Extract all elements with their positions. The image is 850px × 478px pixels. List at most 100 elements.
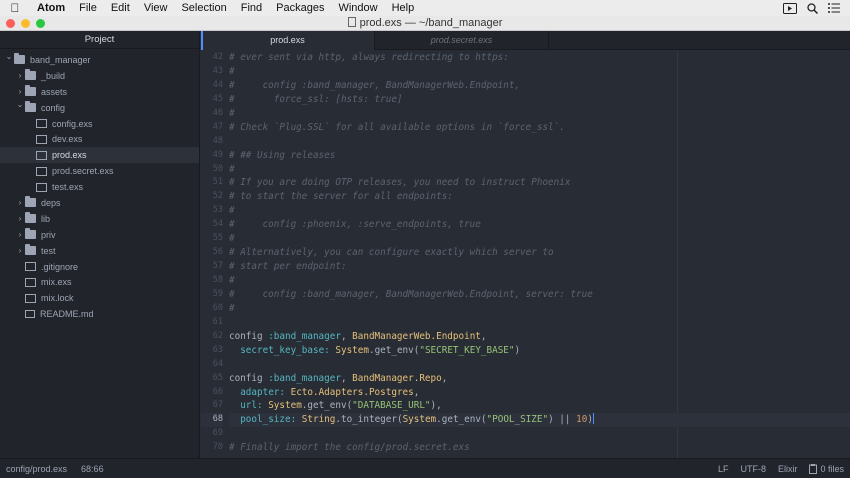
menu-packages[interactable]: Packages (269, 0, 331, 16)
code-line[interactable]: config :band_manager, BandManagerWeb.End… (229, 330, 850, 344)
line-number[interactable]: 47 (201, 121, 223, 135)
tab-prod-exs[interactable]: prod.exs (201, 31, 375, 50)
code-line[interactable]: # Alternatively, you can configure exact… (229, 246, 850, 260)
tree-file[interactable]: mix.exs (0, 274, 199, 290)
code-line[interactable]: # config :band_manager, BandManagerWeb.E… (229, 288, 850, 302)
line-number[interactable]: 55 (201, 232, 223, 246)
line-number[interactable]: 49 (201, 149, 223, 163)
line-number[interactable]: 53 (201, 204, 223, 218)
tree-file[interactable]: mix.lock (0, 290, 199, 306)
menu-view[interactable]: View (137, 0, 175, 16)
line-number[interactable]: 67 (201, 399, 223, 413)
line-number[interactable]: 61 (201, 316, 223, 330)
line-number[interactable]: 59 (201, 288, 223, 302)
line-number[interactable]: 64 (201, 358, 223, 372)
tree-folder[interactable]: › test (0, 243, 199, 259)
code-line[interactable]: # (229, 232, 850, 246)
tree-panel-header[interactable]: Project (0, 31, 199, 49)
notification-center-icon[interactable] (828, 3, 840, 13)
status-grammar[interactable]: Elixir (778, 464, 798, 474)
menu-window[interactable]: Window (331, 0, 384, 16)
menu-edit[interactable]: Edit (104, 0, 137, 16)
code-line[interactable]: # (229, 163, 850, 177)
tree-folder[interactable]: › assets (0, 84, 199, 100)
code-line[interactable]: secret_key_base: System.get_env("SECRET_… (229, 344, 850, 358)
code-line[interactable]: # (229, 107, 850, 121)
code-line[interactable]: config :band_manager, BandManager.Repo, (229, 372, 850, 386)
code-line[interactable]: # (229, 204, 850, 218)
line-number[interactable]: 56 (201, 246, 223, 260)
code-line[interactable]: # Finally import the config/prod.secret.… (229, 441, 850, 455)
tree-file[interactable]: config.exs (0, 116, 199, 132)
line-number[interactable]: 52 (201, 190, 223, 204)
code-line[interactable]: # ## Using releases (229, 149, 850, 163)
code-line[interactable] (229, 135, 850, 149)
code-line[interactable]: # start per endpoint: (229, 260, 850, 274)
menu-file[interactable]: File (72, 0, 104, 16)
menu-help[interactable]: Help (385, 0, 422, 16)
tree-folder[interactable]: ⌄ config (0, 100, 199, 116)
line-number[interactable]: 50 (201, 163, 223, 177)
line-number[interactable]: 44 (201, 79, 223, 93)
tree-file[interactable]: test.exs (0, 179, 199, 195)
code-line[interactable]: # force_ssl: [hsts: true] (229, 93, 850, 107)
code-lines[interactable]: # ever sent via http, always redirecting… (229, 51, 850, 455)
menu-selection[interactable]: Selection (174, 0, 233, 16)
line-number[interactable]: 58 (201, 274, 223, 288)
menu-find[interactable]: Find (234, 0, 269, 16)
code-line[interactable]: # (229, 274, 850, 288)
line-number[interactable]: 70 (201, 441, 223, 455)
code-line[interactable]: # ever sent via http, always redirecting… (229, 51, 850, 65)
tree-folder[interactable]: › priv (0, 227, 199, 243)
status-cursor-position[interactable]: 68:66 (81, 464, 104, 474)
tree-file[interactable]: README.md (0, 306, 199, 322)
status-files[interactable]: 0 files (809, 463, 844, 474)
line-number[interactable]: 68 (201, 413, 223, 428)
code-line[interactable]: url: System.get_env("DATABASE_URL"), (229, 399, 850, 413)
tree-file[interactable]: dev.exs (0, 131, 199, 147)
line-number[interactable]: 57 (201, 260, 223, 274)
code-token: secret_key_base: (240, 344, 330, 356)
code-line[interactable]: # (229, 65, 850, 79)
code-line[interactable] (229, 427, 850, 441)
line-number[interactable]: 63 (201, 344, 223, 358)
code-line[interactable]: adapter: Ecto.Adapters.Postgres, (229, 386, 850, 400)
line-number[interactable]: 69 (201, 427, 223, 441)
spotlight-search-icon[interactable] (807, 2, 818, 14)
code-editor[interactable]: 42 43 44 45 46 47 48 49 50 51 52 53 54 55 56 57 58 59 60 61… (201, 51, 850, 458)
tree-folder[interactable]: ⌄ band_manager (0, 52, 199, 68)
tree-file[interactable]: prod.exs (0, 147, 199, 164)
tree-folder[interactable]: › deps (0, 195, 199, 211)
line-number[interactable]: 60 (201, 302, 223, 316)
tree-file[interactable]: prod.secret.exs (0, 163, 199, 179)
tree-folder[interactable]: › lib (0, 211, 199, 227)
screen-record-icon[interactable] (783, 2, 797, 14)
status-file-path[interactable]: config/prod.exs (6, 464, 67, 474)
code-line[interactable]: # config :phoenix, :serve_endpoints, tru… (229, 218, 850, 232)
line-number[interactable]: 51 (201, 176, 223, 190)
code-line[interactable]: # to start the server for all endpoints: (229, 190, 850, 204)
tree-file[interactable]: .gitignore (0, 259, 199, 275)
code-line[interactable]: # Check `Plug.SSL` for all available opt… (229, 121, 850, 135)
code-line[interactable] (229, 358, 850, 372)
status-encoding[interactable]: UTF-8 (740, 464, 766, 474)
tab-prod-secret-exs[interactable]: prod.secret.exs (375, 31, 549, 50)
line-number[interactable]: 65 (201, 372, 223, 386)
line-number[interactable]: 42 (201, 51, 223, 65)
tree-folder[interactable]: › _build (0, 68, 199, 84)
line-number[interactable]: 62 (201, 330, 223, 344)
code-line[interactable]: # config :band_manager, BandManagerWeb.E… (229, 79, 850, 93)
code-line[interactable]: pool_size: String.to_integer(System.get_… (229, 413, 850, 428)
apple-menu-icon[interactable]:  (0, 1, 30, 15)
line-number[interactable]: 54 (201, 218, 223, 232)
line-number[interactable]: 66 (201, 386, 223, 400)
line-number[interactable]: 45 (201, 93, 223, 107)
line-number[interactable]: 43 (201, 65, 223, 79)
line-number[interactable]: 46 (201, 107, 223, 121)
menu-atom[interactable]: Atom (30, 0, 72, 16)
line-number[interactable]: 48 (201, 135, 223, 149)
code-line[interactable]: # (229, 302, 850, 316)
status-line-ending[interactable]: LF (718, 464, 729, 474)
code-line[interactable]: # If you are doing OTP releases, you nee… (229, 176, 850, 190)
code-line[interactable] (229, 316, 850, 330)
